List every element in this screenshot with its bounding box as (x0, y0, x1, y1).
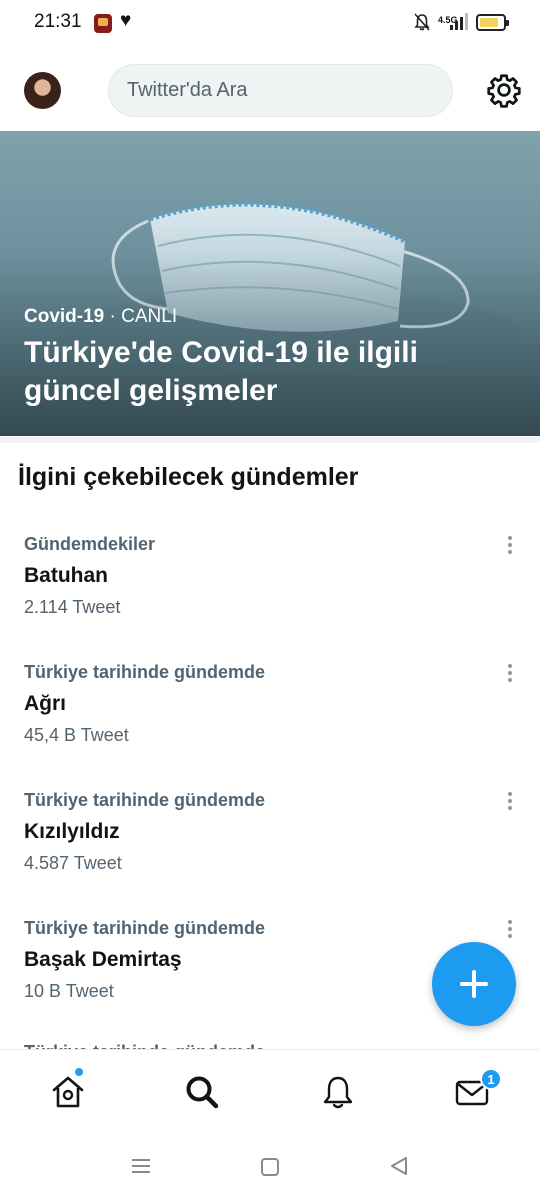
hero-title: Türkiye'de Covid-19 ile ilgili güncel ge… (24, 336, 418, 407)
home-icon[interactable] (48, 1072, 88, 1112)
recent-apps-icon[interactable] (130, 1156, 152, 1176)
trend-count: 4.587 Tweet (24, 853, 122, 873)
gear-icon[interactable] (486, 72, 522, 108)
trend-item[interactable]: Türkiye tarihinde gündemde Kızılyıldız 4… (0, 790, 540, 918)
more-options-icon[interactable] (498, 786, 522, 816)
back-icon[interactable] (388, 1155, 410, 1177)
messages-badge: 1 (480, 1068, 502, 1090)
status-bar: 21:31 ♥ 4.5G (0, 0, 540, 48)
header (0, 56, 540, 126)
compose-tweet-button[interactable] (432, 942, 516, 1026)
trend-context: Türkiye tarihinde gündemde (24, 790, 266, 810)
home-system-icon[interactable] (259, 1156, 281, 1178)
hero-banner[interactable]: Covid-19 · CANLI Türkiye'de Covid-19 ile… (0, 131, 540, 436)
bell-icon[interactable] (318, 1072, 358, 1112)
search-icon[interactable] (182, 1072, 222, 1112)
trend-name: Kızılyıldız (24, 820, 120, 843)
hero-live-label: CANLI (121, 306, 178, 327)
app-notification-icon (94, 14, 112, 33)
trend-context: Türkiye tarihinde gündemde (24, 918, 266, 938)
section-title: İlgini çekebilecek gündemler (18, 463, 359, 491)
hero-topic: Covid-19 (24, 306, 105, 327)
bottom-nav: 1 (0, 1049, 540, 1139)
hero-separator: · (104, 306, 122, 327)
system-nav-bar (0, 1140, 540, 1200)
signal-icon (450, 13, 468, 30)
trend-item[interactable]: Türkiye tarihinde gündemde Ağrı 45,4 B T… (0, 662, 540, 790)
home-unread-dot (74, 1067, 84, 1077)
trend-count: 2.114 Tweet (24, 597, 121, 617)
trend-name: Ağrı (24, 692, 66, 715)
trend-count: 10 B Tweet (24, 981, 114, 1001)
hero-meta: Covid-19 · CANLI (24, 306, 177, 328)
trend-context: Türkiye tarihinde gündemde (24, 662, 266, 682)
more-options-icon[interactable] (498, 658, 522, 688)
more-options-icon[interactable] (498, 530, 522, 560)
battery-icon (476, 14, 509, 31)
more-options-icon[interactable] (498, 914, 522, 944)
status-time: 21:31 (34, 11, 82, 32)
trend-item[interactable]: Gündemdekiler Batuhan 2.114 Tweet (0, 534, 540, 662)
trend-context: Gündemdekiler (24, 534, 156, 554)
trend-name: Başak Demirtaş (24, 948, 182, 971)
heart-icon: ♥ (120, 10, 132, 31)
section-divider (0, 437, 540, 443)
search-input[interactable] (108, 64, 453, 117)
avatar[interactable] (24, 72, 61, 109)
bell-off-icon (414, 13, 430, 31)
trend-name: Batuhan (24, 564, 108, 587)
trend-count: 45,4 B Tweet (24, 725, 129, 745)
